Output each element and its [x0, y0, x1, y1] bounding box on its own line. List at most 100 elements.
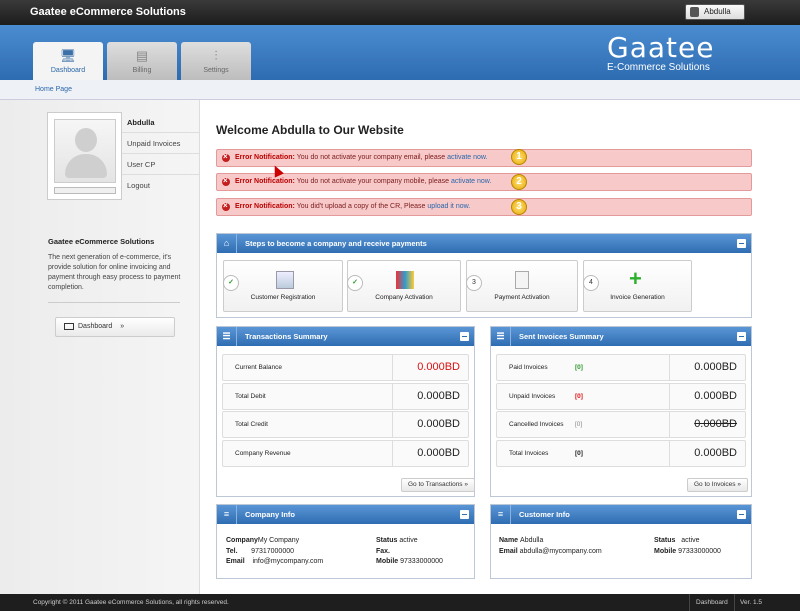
row-label: Unpaid Invoices: [509, 393, 556, 400]
sidebar-item-user-cp[interactable]: User CP: [122, 154, 200, 175]
list-icon: ☰: [491, 327, 511, 346]
version: Ver. 1.5: [740, 599, 763, 606]
page-title: Welcome Abdulla to Our Website: [216, 123, 404, 137]
table-row: Paid Invoices [0] 0.000BD: [496, 354, 746, 381]
field-label: Name: [499, 537, 519, 544]
database-icon: ≡: [491, 505, 511, 524]
company-name: My Company: [257, 537, 300, 544]
table-row: Total Invoices [0] 0.000BD: [496, 440, 746, 467]
sidebar-dashboard-button[interactable]: Dashboard »: [55, 317, 175, 337]
error-notification: Error Notification: You do not activate …: [216, 149, 752, 167]
sidebar-item-unpaid-invoices[interactable]: Unpaid Invoices: [122, 133, 200, 154]
error-icon: [222, 198, 230, 214]
field-label: Email: [226, 558, 245, 565]
field-label: Email: [499, 547, 518, 555]
row-value: 0.000BD: [392, 384, 468, 409]
panel-title: Company Info: [245, 510, 295, 519]
collapse-icon[interactable]: [737, 239, 746, 248]
footer-dashboard-link[interactable]: Dashboard: [689, 594, 735, 611]
customer-name: Abdulla: [520, 537, 544, 544]
step-label: Company Activation: [375, 294, 433, 301]
row-label: Paid Invoices: [509, 364, 548, 371]
row-value: 0.000BD: [669, 441, 745, 466]
table-row: Unpaid Invoices [0] 0.000BD: [496, 383, 746, 410]
error-icon: [222, 173, 230, 189]
user-icon: [690, 7, 699, 17]
error-label: Error Notification:: [235, 203, 295, 210]
panel-header: ☰ Sent Invoices Summary: [491, 327, 751, 346]
about-text: The next generation of e-commerce, it's …: [48, 254, 181, 291]
error-label: Error Notification:: [235, 154, 295, 161]
document-icon: [515, 271, 529, 289]
logo-brand: Gaatee: [607, 31, 715, 64]
field-label: Status: [654, 537, 676, 544]
company-email: info@mycompany.com: [252, 558, 324, 565]
panel-title: Transactions Summary: [245, 332, 328, 341]
company-info-left: CompanyMy Company Tel. 97317000000 Email…: [226, 536, 323, 568]
collapse-icon[interactable]: [737, 332, 746, 341]
step-customer-registration: ✓ Customer Registration: [223, 260, 343, 312]
user-menu-button[interactable]: Abdulla: [685, 4, 745, 20]
step-number: 4: [583, 275, 599, 291]
tab-billing[interactable]: ▤ Billing: [107, 42, 177, 80]
collapse-icon[interactable]: [737, 510, 746, 519]
check-icon: ✓: [347, 275, 363, 291]
company-info-right: Status active Fax. Mobile 97333000000: [376, 536, 443, 568]
check-icon: ✓: [223, 275, 239, 291]
panel-header: ⌂ Steps to become a company and receive …: [217, 234, 751, 253]
sidebar-item-logout[interactable]: Logout: [122, 175, 200, 196]
table-row: Current Balance 0.000BD: [222, 354, 469, 381]
chevron-right-icon: »: [120, 323, 125, 330]
tab-label: Settings: [203, 67, 229, 74]
avatar-placeholder-icon: [54, 119, 116, 183]
go-to-invoices-button[interactable]: Go to Invoices »: [687, 478, 748, 492]
go-to-transactions-button[interactable]: Go to Transactions »: [401, 478, 475, 492]
error-icon: [222, 149, 230, 165]
logo: Gaatee E-Commerce Solutions: [607, 31, 715, 74]
step-number-badge: 1: [511, 149, 527, 165]
company-mobile: 97333000000: [400, 558, 443, 565]
field-label: Fax.: [376, 547, 391, 555]
company-status: active: [399, 537, 418, 544]
tab-settings[interactable]: ⫶ Settings: [181, 42, 251, 80]
step-label: Customer Registration: [250, 294, 316, 301]
row-label: Total Debit: [235, 393, 266, 400]
avatar-bar: [54, 187, 116, 194]
tab-label: Dashboard: [50, 67, 86, 74]
step-payment-activation: 3 Payment Activation: [466, 260, 578, 312]
activate-mobile-link[interactable]: activate now.: [451, 178, 491, 185]
customer-mobile: 97333000000: [678, 547, 721, 555]
about-title: Gaatee eCommerce Solutions: [48, 237, 155, 246]
id-card-icon: [276, 271, 294, 289]
panel-title: Customer Info: [519, 510, 570, 519]
panel-header: ☰ Transactions Summary: [217, 327, 474, 346]
user-name: Abdulla: [704, 7, 731, 16]
step-label: Payment Activation: [494, 294, 550, 301]
error-notification: Error Notification: You did't upload a c…: [216, 198, 752, 216]
user-menu: Abdulla Unpaid Invoices User CP Logout: [122, 112, 200, 196]
error-text: You do not activate your company email, …: [296, 154, 446, 161]
row-label: Company Revenue: [235, 450, 291, 457]
collapse-icon[interactable]: [460, 332, 469, 341]
customer-status: active: [681, 537, 700, 544]
field-label: Tel.: [226, 547, 238, 555]
database-icon: ≡: [217, 505, 237, 524]
upload-cr-link[interactable]: upload it now.: [427, 203, 470, 210]
step-number-badge: 2: [511, 174, 527, 190]
row-value: 0.000BD: [392, 441, 468, 466]
tab-dashboard[interactable]: 🖥 Dashboard: [33, 42, 103, 80]
row-value: 0.000BD: [669, 384, 745, 409]
breadcrumb[interactable]: Home Page: [35, 86, 72, 93]
avatar: [47, 112, 122, 200]
plus-icon: +: [629, 266, 642, 291]
panel-title: Sent Invoices Summary: [519, 332, 604, 341]
activate-email-link[interactable]: activate now.: [447, 154, 487, 161]
steps-panel: ⌂ Steps to become a company and receive …: [216, 233, 752, 318]
cash-register-icon: ▤: [135, 48, 149, 63]
collapse-icon[interactable]: [460, 510, 469, 519]
field-label: Mobile: [376, 558, 399, 565]
field-label: Status: [376, 537, 398, 544]
error-text: You do not activate your company mobile,…: [296, 178, 449, 185]
home-icon: ⌂: [217, 234, 237, 253]
invoice-count: [0]: [575, 393, 583, 400]
